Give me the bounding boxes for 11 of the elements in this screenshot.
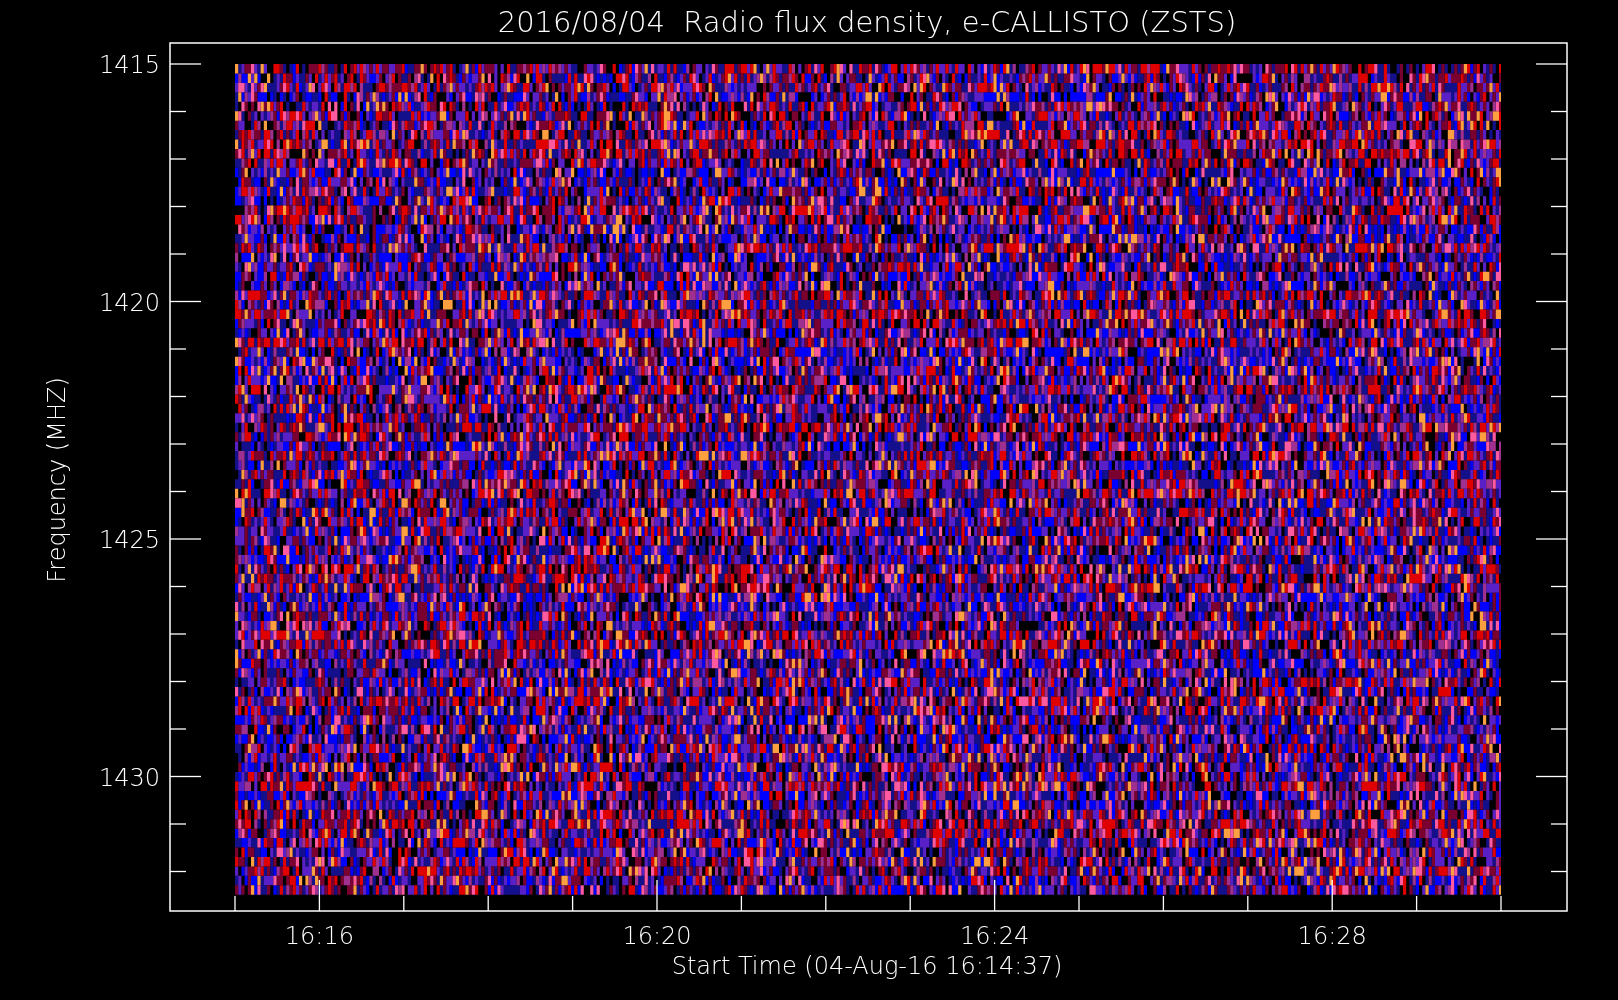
chart-title: 2016/08/04 Radio flux density, e-CALLISTO (ZSTS) <box>497 5 1237 39</box>
x-axis-label: Start Time (04-Aug-16 16:14:37) <box>671 952 1063 980</box>
y-tick-label: 1420 <box>98 288 160 317</box>
x-tick-label: 16:24 <box>960 922 1030 950</box>
x-tick-label: 16:16 <box>284 922 354 950</box>
y-tick-label: 1430 <box>98 763 160 792</box>
y-tick-label: 1415 <box>98 51 160 79</box>
x-tick-label: 16:20 <box>622 922 692 950</box>
y-tick-label: 1425 <box>98 526 160 554</box>
x-tick-label: 16:28 <box>1297 922 1367 950</box>
y-axis-label: Frequency (MHZ) <box>43 377 71 583</box>
